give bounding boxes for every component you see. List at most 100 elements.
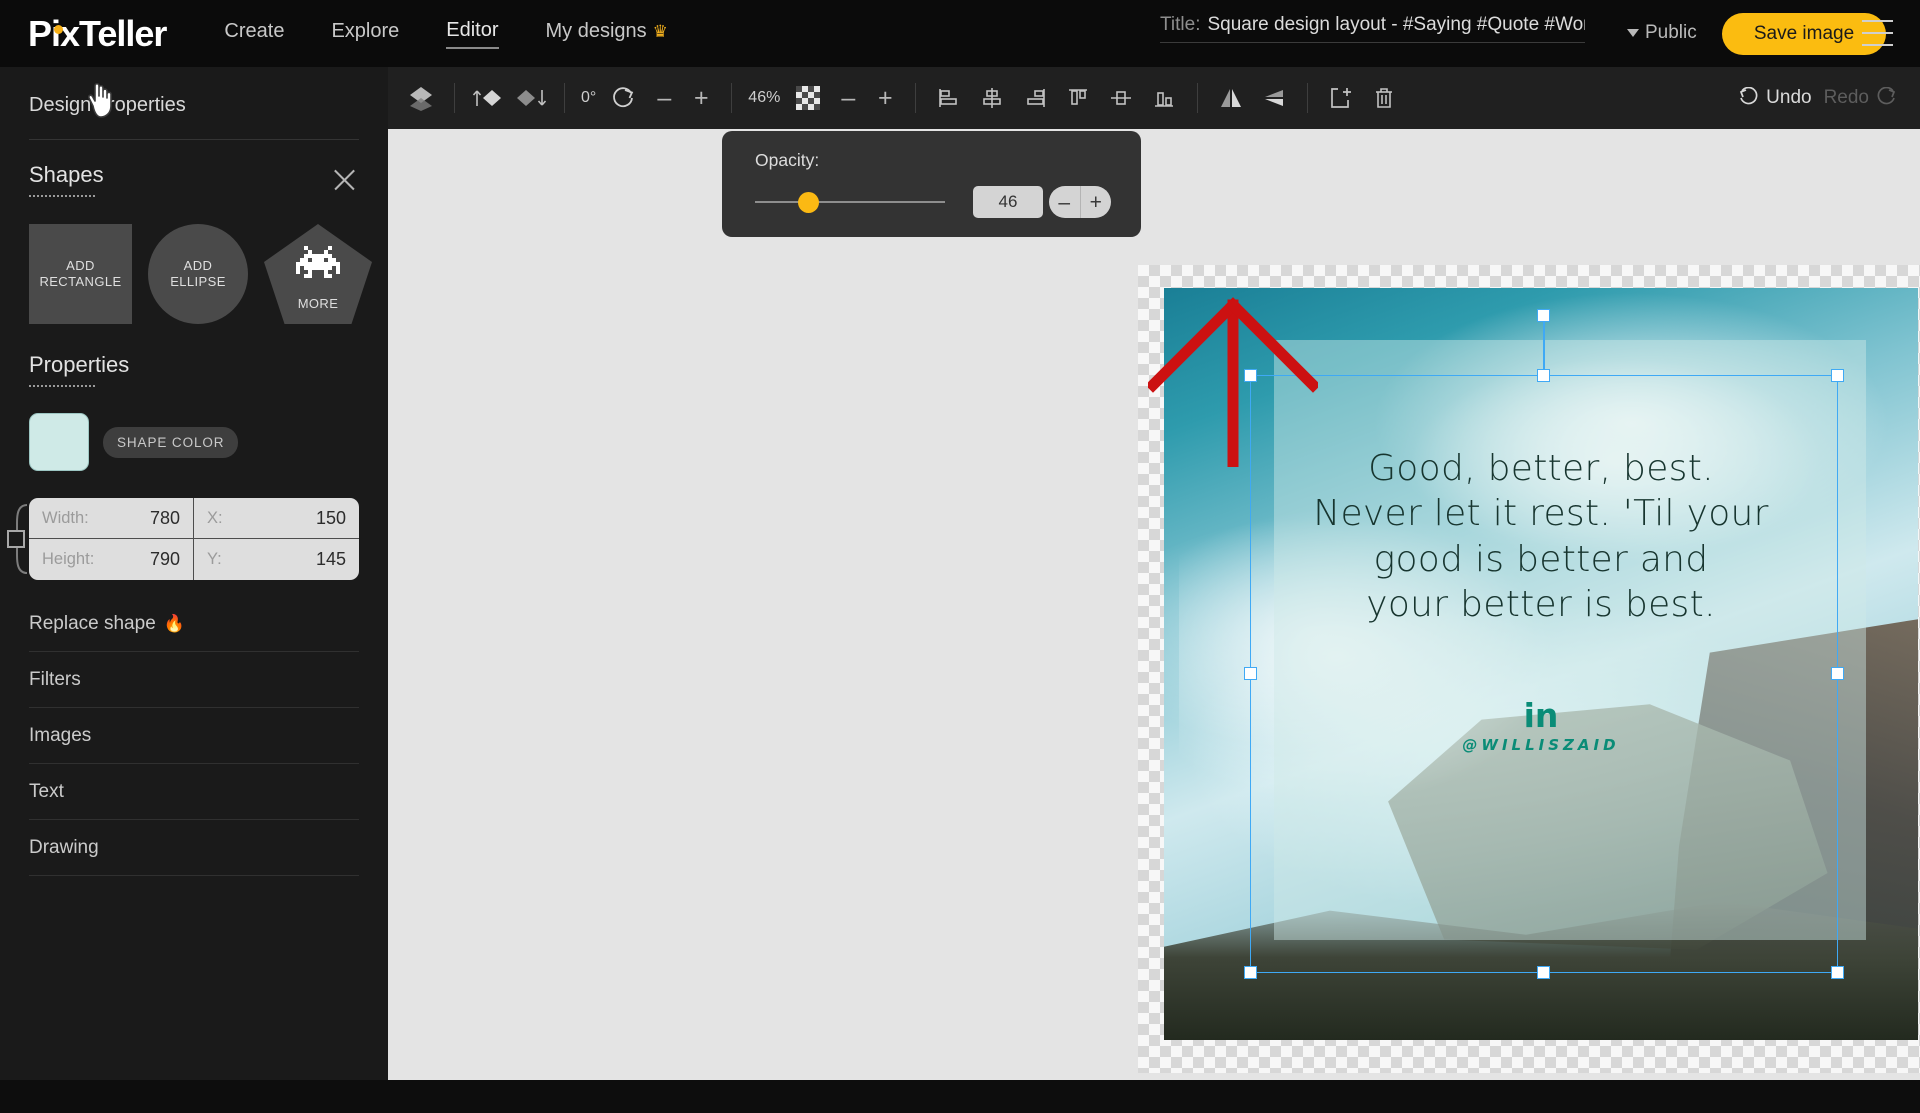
design-properties-heading: Design properties [29,94,186,116]
height-value: 790 [149,549,180,569]
align-center-horizontal-icon[interactable] [975,81,1009,115]
logo-text: PixTeller [28,12,167,54]
sidebar-item-drawing[interactable]: Drawing [0,820,388,875]
brand-handle-text: @WILLISZAID [1462,736,1620,754]
quote-line-4: your better is best. [1366,584,1716,626]
sidebar-item-text[interactable]: Text [0,764,388,819]
opacity-value[interactable]: 46% [748,89,782,107]
translucent-shape-overlay[interactable] [1274,340,1866,940]
redo-label: Redo [1823,87,1869,108]
rotation-decrease-button[interactable]: – [650,83,678,113]
width-value: 780 [149,507,180,528]
duplicate-icon[interactable] [1324,81,1358,115]
link-dimensions-icon[interactable] [7,503,33,575]
nav-item-create[interactable]: Create [224,20,284,48]
y-value: 145 [315,549,346,569]
layers-group [388,81,454,115]
shape-color-swatch[interactable] [29,413,89,471]
opacity-checker-icon[interactable] [791,81,825,115]
close-icon[interactable] [331,166,358,193]
nav-item-editor[interactable]: Editor [446,19,499,49]
rotation-group: 0° – + [565,81,731,115]
add-ellipse-button[interactable]: ADD ELLIPSE [148,224,248,324]
add-ellipse-label-1: ADD [183,257,213,273]
width-field[interactable]: Width: 780 [29,498,194,539]
dimensions-table: Width: 780 X: 150 Height: 790 Y: 145 [29,498,359,580]
crown-icon: ♛ [652,21,668,41]
rotation-value[interactable]: 0° [581,89,598,107]
add-ellipse-label-2: ELLIPSE [170,274,226,289]
sidebar-item-filters[interactable]: Filters [0,652,388,707]
rotate-icon[interactable] [607,81,641,115]
sidebar-row-divider [29,875,359,876]
opacity-group: 46% – + [732,81,915,115]
x-value: 150 [315,507,346,528]
align-bottom-icon[interactable] [1147,81,1181,115]
properties-section-header: Properties [0,324,388,387]
opacity-increase-button[interactable]: + [871,83,899,113]
nav-my-designs-label: My designs [545,19,647,42]
bring-forward-icon[interactable] [471,81,505,115]
opacity-popup-label: Opacity: [755,150,820,170]
sidebar-item-images[interactable]: Images [0,708,388,763]
undo-label: Undo [1766,87,1812,108]
opacity-popup-decrease-button[interactable]: – [1049,186,1081,218]
design-quote-text[interactable]: Good, better, best. Never let it rest. '… [1164,446,1918,627]
title-label: Title: [1160,14,1201,35]
canvas-work-area: Good, better, best. Never let it rest. '… [388,67,1920,1080]
send-backward-icon[interactable] [514,81,548,115]
title-input-value[interactable]: Square design layout - #Saying #Quote #W… [1207,14,1585,36]
align-left-icon[interactable] [932,81,966,115]
shape-color-label[interactable]: SHAPE COLOR [103,426,239,458]
opacity-decrease-button[interactable]: – [834,83,862,113]
shape-color-row: SHAPE COLOR [0,387,388,471]
annotation-arrow-icon [1148,297,1318,467]
opacity-popup-value[interactable]: 46 [973,186,1043,218]
y-label: Y: [207,550,222,568]
flip-horizontal-icon[interactable] [1257,81,1291,115]
dimensions-group: Width: 780 X: 150 Height: 790 Y: 145 [7,498,359,580]
chevron-down-icon [1627,29,1639,37]
editor-toolbar: 0° – + 46% – + Undo Redo [388,67,1920,129]
undo-button[interactable]: Undo [1737,87,1812,109]
main-nav-links: Create Explore Editor My designs ♛ [224,19,668,49]
add-rectangle-label-2: RECTANGLE [39,274,122,289]
opacity-slider-track[interactable] [755,201,945,203]
top-navigation-bar: PixTeller Create Explore Editor My desig… [0,0,1920,67]
edit-group [1308,81,1417,115]
trash-icon[interactable] [1367,81,1401,115]
x-field[interactable]: X: 150 [194,498,359,539]
left-sidebar: Design properties Shapes ADD RECTANGLE A… [0,67,388,1080]
add-rectangle-label-1: ADD [66,257,95,273]
layers-icon[interactable] [404,81,438,115]
opacity-popup-steppers: – + [1049,186,1111,218]
y-field[interactable]: Y: 145 [194,539,359,580]
more-shapes-button[interactable]: MORE [264,224,372,324]
design-title-field[interactable]: Title: Square design layout - #Saying #Q… [1160,14,1585,43]
history-controls: Undo Redo [1737,67,1898,129]
space-invader-icon [296,246,340,278]
hamburger-menu-icon[interactable] [1862,20,1893,46]
opacity-popup-increase-button[interactable]: + [1081,186,1112,218]
properties-section-title: Properties [29,352,129,387]
rotation-increase-button[interactable]: + [687,83,715,113]
nav-item-my-designs[interactable]: My designs ♛ [546,20,668,48]
align-group [916,81,1197,115]
flip-vertical-icon[interactable] [1214,81,1248,115]
pixteller-logo[interactable]: PixTeller [28,12,167,54]
fire-icon: 🔥 [163,613,185,633]
align-top-icon[interactable] [1061,81,1095,115]
height-label: Height: [42,550,95,568]
visibility-dropdown[interactable]: Public [1627,22,1697,44]
align-middle-icon[interactable] [1104,81,1138,115]
height-field[interactable]: Height: 790 [29,539,194,580]
nav-item-explore[interactable]: Explore [331,20,399,48]
flip-group [1198,81,1307,115]
sidebar-item-replace-shape[interactable]: Replace shape 🔥 [0,596,388,651]
add-rectangle-button[interactable]: ADD RECTANGLE [29,224,132,324]
x-label: X: [207,508,223,527]
hand-cursor-icon [88,82,112,118]
replace-shape-label: Replace shape [29,612,156,634]
opacity-slider-knob[interactable] [798,192,819,213]
align-right-icon[interactable] [1018,81,1052,115]
